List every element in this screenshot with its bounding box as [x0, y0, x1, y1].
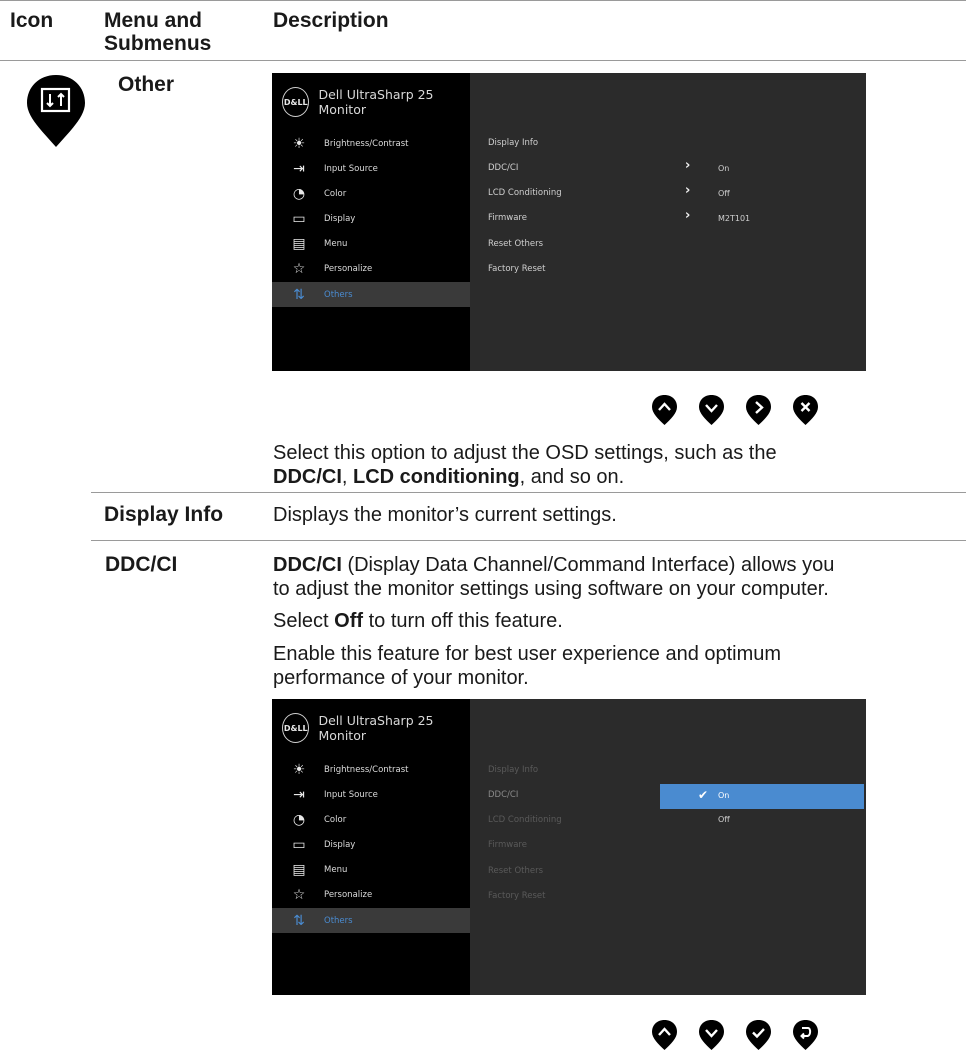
exit-button-icon[interactable]	[792, 394, 819, 426]
osd-val-ddcci: On	[718, 164, 730, 173]
header-menu-line1: Menu and	[104, 9, 202, 32]
top-rule	[0, 0, 966, 1]
osd-sub-ddcci[interactable]: DDC/CI	[488, 163, 518, 173]
star-icon: ☆	[292, 260, 306, 277]
dell-logo: D&LL	[282, 87, 310, 117]
chevron-right-icon: ›	[685, 183, 691, 198]
osd-main-menu: D&LL Dell UltraSharp 25 Monitor ☀ Brightn…	[272, 73, 470, 371]
down-button-icon[interactable]	[698, 1019, 725, 1051]
osd-menu-item-personalize[interactable]: ☆ Personalize	[272, 882, 470, 907]
osd-menu-item-others[interactable]: ⇅ Others	[272, 282, 470, 307]
palette-icon: ◔	[292, 185, 306, 202]
right-button-icon[interactable]	[745, 394, 772, 426]
up-button-icon[interactable]	[651, 1019, 678, 1051]
row-rule	[91, 540, 966, 541]
up-button-icon[interactable]	[651, 394, 678, 426]
other-desc-line2: DDC/CI, LCD conditioning, and so on.	[273, 466, 625, 488]
osd-button-row	[651, 394, 819, 426]
osd-sub-lcd-conditioning[interactable]: LCD Conditioning	[488, 188, 562, 198]
ddc-desc-p2: Select Off to turn off this feature.	[273, 610, 563, 632]
osd-menu-item-color[interactable]: ◔ Color	[272, 181, 470, 206]
ddc-desc-p3-line1: Enable this feature for best user experi…	[273, 643, 782, 665]
osd-sub-reset-others[interactable]: Reset Others	[488, 866, 543, 876]
osd-sub-display-info[interactable]: Display Info	[488, 765, 538, 775]
osd-brand-title: Dell UltraSharp 25 Monitor	[318, 87, 434, 117]
sun-icon: ☀	[292, 761, 306, 778]
osd-option-off[interactable]: Off	[718, 815, 730, 824]
header-rule	[0, 60, 966, 61]
menu-label-ddcci: DDC/CI	[105, 553, 178, 576]
palette-icon: ◔	[292, 811, 306, 828]
others-icon: ⇅	[293, 912, 305, 929]
down-button-icon[interactable]	[698, 394, 725, 426]
osd-screenshot-ddcci: D&LL Dell UltraSharp 25 Monitor ☀ Brightn…	[272, 699, 866, 995]
dell-logo: D&LL	[282, 713, 310, 743]
osd-menu-item-others[interactable]: ⇅ Others	[272, 908, 470, 933]
check-icon: ✔	[698, 788, 709, 802]
osd-val-firmware: M2T101	[718, 214, 751, 223]
chevron-right-icon: ›	[685, 208, 691, 223]
header-description: Description	[273, 9, 389, 32]
others-pin-icon	[24, 73, 88, 149]
monitor-icon: ▭	[292, 210, 306, 227]
header-menu-line2: Submenus	[104, 32, 212, 55]
menu-label-other: Other	[118, 73, 175, 96]
osd-option-on[interactable]: ✔ On	[660, 784, 864, 809]
monitor-icon: ▭	[292, 836, 306, 853]
menu-list-icon: ▤	[292, 861, 306, 878]
osd-brand: D&LL Dell UltraSharp 25 Monitor	[282, 87, 470, 117]
other-desc-bold-lcd: LCD conditioning	[353, 466, 520, 488]
osd-screenshot-others: D&LL Dell UltraSharp 25 Monitor ☀ Brightn…	[272, 73, 866, 371]
chevron-right-icon: ›	[685, 158, 691, 173]
header-icon: Icon	[10, 9, 54, 32]
row-rule	[91, 492, 966, 493]
ddc-desc-p1-line1: DDC/CI (Display Data Channel/Command Int…	[273, 554, 835, 576]
osd-menu-item-input-source[interactable]: ⇥ Input Source	[272, 782, 470, 807]
osd-sub-firmware[interactable]: Firmware	[488, 213, 527, 223]
sun-icon: ☀	[292, 135, 306, 152]
menu-label-display-info: Display Info	[104, 503, 224, 526]
osd-menu-item-display[interactable]: ▭ Display	[272, 206, 470, 231]
ddc-desc-p1-line2: to adjust the monitor settings using sof…	[273, 578, 829, 600]
osd-sub-display-info[interactable]: Display Info	[488, 138, 538, 148]
osd-brand-title: Dell UltraSharp 25 Monitor	[318, 713, 434, 743]
display-info-desc: Displays the monitor’s current settings.	[273, 504, 617, 526]
osd-menu-item-menu[interactable]: ▤ Menu	[272, 231, 470, 256]
back-button-icon[interactable]	[792, 1019, 819, 1051]
input-arrow-icon: ⇥	[293, 160, 305, 177]
osd-main-menu: D&LL Dell UltraSharp 25 Monitor ☀ Brightn…	[272, 699, 470, 995]
osd-menu-item-brightness[interactable]: ☀ Brightness/Contrast	[272, 131, 470, 156]
osd-sub-firmware[interactable]: Firmware	[488, 840, 527, 850]
other-desc-bold-ddcci: DDC/CI	[273, 466, 342, 488]
osd-menu-item-brightness[interactable]: ☀ Brightness/Contrast	[272, 757, 470, 782]
osd-brand: D&LL Dell UltraSharp 25 Monitor	[282, 713, 470, 743]
osd-sub-ddcci[interactable]: DDC/CI	[488, 790, 518, 800]
osd-sub-lcd-conditioning[interactable]: LCD Conditioning	[488, 815, 562, 825]
osd-sub-factory-reset[interactable]: Factory Reset	[488, 891, 546, 901]
osd-button-row	[651, 1019, 819, 1051]
others-icon: ⇅	[293, 286, 305, 303]
menu-list-icon: ▤	[292, 235, 306, 252]
osd-sub-reset-others[interactable]: Reset Others	[488, 239, 543, 249]
osd-menu-item-menu[interactable]: ▤ Menu	[272, 857, 470, 882]
osd-menu-item-display[interactable]: ▭ Display	[272, 832, 470, 857]
osd-menu-item-input-source[interactable]: ⇥ Input Source	[272, 156, 470, 181]
osd-sub-factory-reset[interactable]: Factory Reset	[488, 264, 546, 274]
osd-menu-item-personalize[interactable]: ☆ Personalize	[272, 256, 470, 281]
confirm-button-icon[interactable]	[745, 1019, 772, 1051]
osd-menu-item-color[interactable]: ◔ Color	[272, 807, 470, 832]
other-desc-line1: Select this option to adjust the OSD set…	[273, 442, 777, 464]
input-arrow-icon: ⇥	[293, 786, 305, 803]
osd-val-lcd-conditioning: Off	[718, 189, 730, 198]
star-icon: ☆	[292, 886, 306, 903]
ddc-desc-p3-line2: performance of your monitor.	[273, 667, 529, 689]
